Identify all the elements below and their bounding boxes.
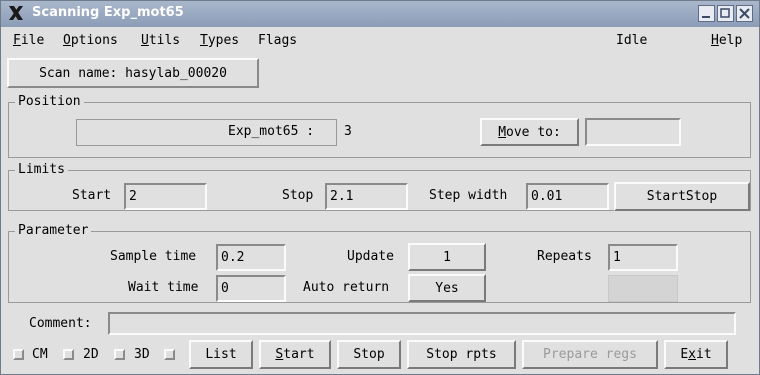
menu-file[interactable]: File [13, 33, 44, 48]
auto-return-label: Auto return [303, 280, 390, 295]
move-to-button[interactable]: Move to: [480, 118, 579, 146]
start-mnemonic: S [275, 347, 284, 362]
stop-button[interactable]: Stop [337, 340, 401, 369]
start-label: Start [72, 188, 112, 203]
move-to-label: Move to: [498, 124, 561, 140]
2d-label: 2D [83, 347, 99, 362]
move-to-input[interactable] [585, 118, 681, 146]
cm-checkbox[interactable] [13, 349, 24, 360]
stop-rpts-button[interactable]: Stop rpts [407, 340, 516, 369]
motor-label: Exp_mot65 : [228, 124, 315, 139]
step-width-label: Step width [429, 188, 508, 203]
repeats-input[interactable]: 1 [608, 244, 678, 271]
start-input[interactable]: 2 [124, 183, 207, 210]
x-logo-icon [9, 6, 23, 20]
exit-mnemonic: x [688, 347, 696, 362]
move-to-mnemonic: M [498, 124, 507, 140]
menu-help-mnemonic: H [711, 33, 719, 48]
wait-time-label: Wait time [128, 280, 199, 295]
auto-return-button[interactable]: Yes [408, 274, 486, 302]
stop-input[interactable]: 2.1 [325, 183, 408, 210]
limits-title: Limits [15, 162, 68, 177]
prepare-regs-button[interactable]: Prepare regs [522, 340, 658, 369]
status-label: Idle [616, 33, 648, 48]
menu-utils-rest: tils [148, 33, 181, 48]
scan-name-box: Scan name: hasylab_00020 [7, 58, 259, 88]
3d-label: 3D [134, 347, 150, 362]
comment-label: Comment: [29, 316, 92, 331]
menu-options[interactable]: Options [63, 33, 118, 48]
wait-time-input[interactable]: 0 [216, 275, 286, 302]
menu-utils[interactable]: Utils [141, 33, 180, 48]
menu-file-rest: ile [20, 33, 45, 48]
extra-checkbox[interactable] [164, 349, 175, 360]
menu-utils-mnemonic: U [141, 33, 149, 48]
minimize-button[interactable] [698, 5, 715, 22]
maximize-icon [720, 8, 730, 18]
start-button-label: Start [275, 347, 315, 362]
menu-bar: File Options Utils Types Flags Idle Help [1, 28, 759, 54]
startstop-button[interactable]: StartStop [614, 182, 750, 211]
stop-label: Stop [282, 188, 314, 203]
repeats-label: Repeats [537, 249, 592, 264]
close-button[interactable] [736, 5, 753, 22]
minimize-icon [702, 16, 710, 18]
update-button[interactable]: 1 [408, 243, 486, 271]
start-button[interactable]: Start [259, 340, 331, 369]
maximize-button[interactable] [717, 5, 734, 22]
comment-input[interactable] [108, 312, 736, 335]
exit-button[interactable]: Exit [664, 340, 728, 369]
step-width-input[interactable]: 0.01 [526, 183, 609, 210]
cm-label: CM [32, 347, 48, 362]
scan-name-label: Scan name: hasylab_00020 [39, 65, 227, 81]
menu-types-rest: ypes [207, 33, 240, 48]
menu-file-mnemonic: F [13, 33, 21, 48]
2d-checkbox[interactable] [63, 349, 74, 360]
disabled-field [608, 275, 678, 302]
3d-checkbox[interactable] [114, 349, 125, 360]
position-value: 3 [344, 124, 352, 139]
sample-time-label: Sample time [110, 249, 197, 264]
exit-button-label: Exit [680, 347, 712, 362]
window-title: Scanning Exp_mot65 [32, 5, 184, 20]
position-title: Position [15, 94, 84, 109]
update-label: Update [347, 249, 394, 264]
list-button[interactable]: List [189, 340, 253, 369]
menu-options-mnemonic: O [63, 33, 71, 48]
menu-flags[interactable]: Flags [258, 33, 297, 48]
menu-options-rest: ptions [70, 33, 118, 48]
sample-time-input[interactable]: 0.2 [216, 244, 286, 271]
menu-types-mnemonic: T [200, 33, 208, 48]
parameter-title: Parameter [15, 223, 92, 238]
close-icon [739, 8, 750, 19]
menu-types[interactable]: Types [200, 33, 239, 48]
scan-window: Scanning Exp_mot65 File Options Utils Ty… [0, 0, 760, 375]
menu-help-rest: elp [718, 33, 743, 48]
title-bar[interactable]: Scanning Exp_mot65 [1, 1, 759, 27]
menu-help[interactable]: Help [711, 33, 742, 48]
